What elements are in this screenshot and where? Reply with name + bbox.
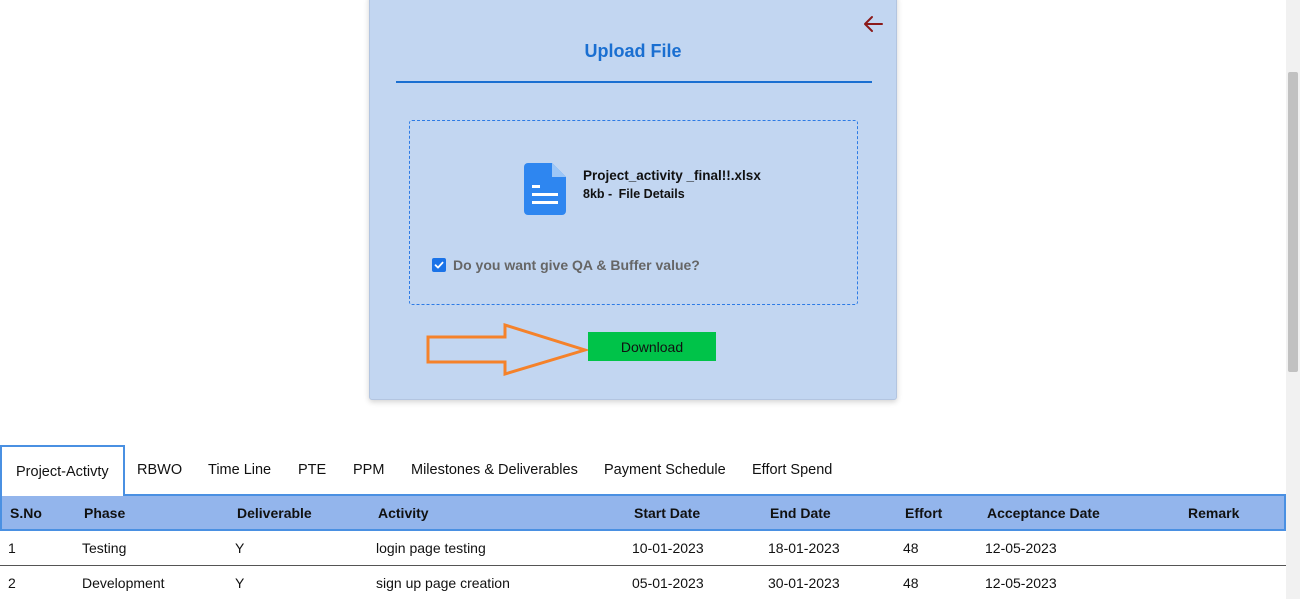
tab-pte[interactable]: PTE (298, 445, 326, 495)
column-header-effort[interactable]: Effort (905, 496, 942, 529)
cell-activity: sign up page creation (376, 575, 510, 591)
tab-bar: Project-Activty RBWO Time Line PTE PPM M… (0, 445, 1285, 496)
table-row[interactable]: 1 Testing Y login page testing 10-01-202… (0, 531, 1286, 566)
download-button[interactable]: Download (588, 332, 716, 361)
tab-time-line[interactable]: Time Line (208, 445, 271, 495)
tab-label: Milestones & Deliverables (411, 462, 578, 478)
cell-start-date: 10-01-2023 (632, 540, 704, 556)
tab-label: PPM (353, 462, 385, 478)
tab-effort-spend[interactable]: Effort Spend (752, 445, 832, 495)
file-dropzone[interactable]: Project_activity _final!!.xlsx 8kb - Fil… (409, 120, 858, 305)
document-icon (524, 163, 566, 215)
title-divider (396, 81, 872, 83)
tab-label: Project-Activty (16, 463, 109, 480)
tab-project-activity[interactable]: Project-Activty (0, 445, 125, 496)
column-header-phase[interactable]: Phase (84, 496, 125, 529)
cell-deliverable: Y (235, 575, 245, 591)
column-header-acceptance-date[interactable]: Acceptance Date (987, 496, 1100, 529)
arrow-right-annotation-icon (426, 322, 588, 377)
file-meta: 8kb - File Details (583, 187, 685, 201)
tab-milestones-deliverables[interactable]: Milestones & Deliverables (411, 445, 578, 495)
back-arrow-icon[interactable] (862, 14, 884, 34)
tab-label: Effort Spend (752, 462, 833, 478)
tab-label: RBWO (137, 462, 183, 478)
column-header-deliverable[interactable]: Deliverable (237, 496, 312, 529)
vertical-scrollbar[interactable] (1286, 0, 1300, 599)
column-header-remark[interactable]: Remark (1188, 496, 1239, 529)
qa-buffer-label: Do you want give QA & Buffer value? (453, 257, 700, 273)
file-details-link[interactable]: File Details (619, 187, 685, 201)
cell-deliverable: Y (235, 540, 245, 556)
cell-phase: Testing (82, 540, 127, 556)
cell-sno: 2 (8, 575, 16, 591)
tab-ppm[interactable]: PPM (353, 445, 384, 495)
column-header-start-date[interactable]: Start Date (634, 496, 700, 529)
column-header-sno[interactable]: S.No (10, 496, 42, 529)
cell-phase: Development (82, 575, 165, 591)
tab-label: Time Line (208, 462, 272, 478)
cell-acceptance-date: 12-05-2023 (985, 575, 1057, 591)
tab-label: Payment Schedule (604, 462, 726, 478)
cell-end-date: 30-01-2023 (768, 575, 840, 591)
tab-rbwo[interactable]: RBWO (137, 445, 182, 495)
file-name: Project_activity _final!!.xlsx (583, 168, 761, 183)
table-row[interactable]: 2 Development Y sign up page creation 05… (0, 566, 1286, 599)
tab-label: PTE (298, 462, 327, 478)
qa-buffer-option[interactable]: Do you want give QA & Buffer value? (432, 257, 700, 273)
column-header-end-date[interactable]: End Date (770, 496, 831, 529)
cell-activity: login page testing (376, 540, 486, 556)
table-header: S.No Phase Deliverable Activity Start Da… (0, 494, 1286, 531)
scrollbar-thumb[interactable] (1288, 72, 1298, 372)
cell-acceptance-date: 12-05-2023 (985, 540, 1057, 556)
project-activity-table: S.No Phase Deliverable Activity Start Da… (0, 494, 1286, 599)
upload-title: Upload File (584, 41, 682, 61)
cell-start-date: 05-01-2023 (632, 575, 704, 591)
cell-effort: 48 (903, 575, 919, 591)
cell-end-date: 18-01-2023 (768, 540, 840, 556)
qa-buffer-checkbox[interactable] (432, 258, 446, 272)
cell-effort: 48 (903, 540, 919, 556)
checkmark-icon (434, 261, 444, 269)
tab-payment-schedule[interactable]: Payment Schedule (604, 445, 726, 495)
column-header-activity[interactable]: Activity (378, 496, 429, 529)
cell-sno: 1 (8, 540, 16, 556)
file-size: 8kb - (583, 187, 613, 201)
